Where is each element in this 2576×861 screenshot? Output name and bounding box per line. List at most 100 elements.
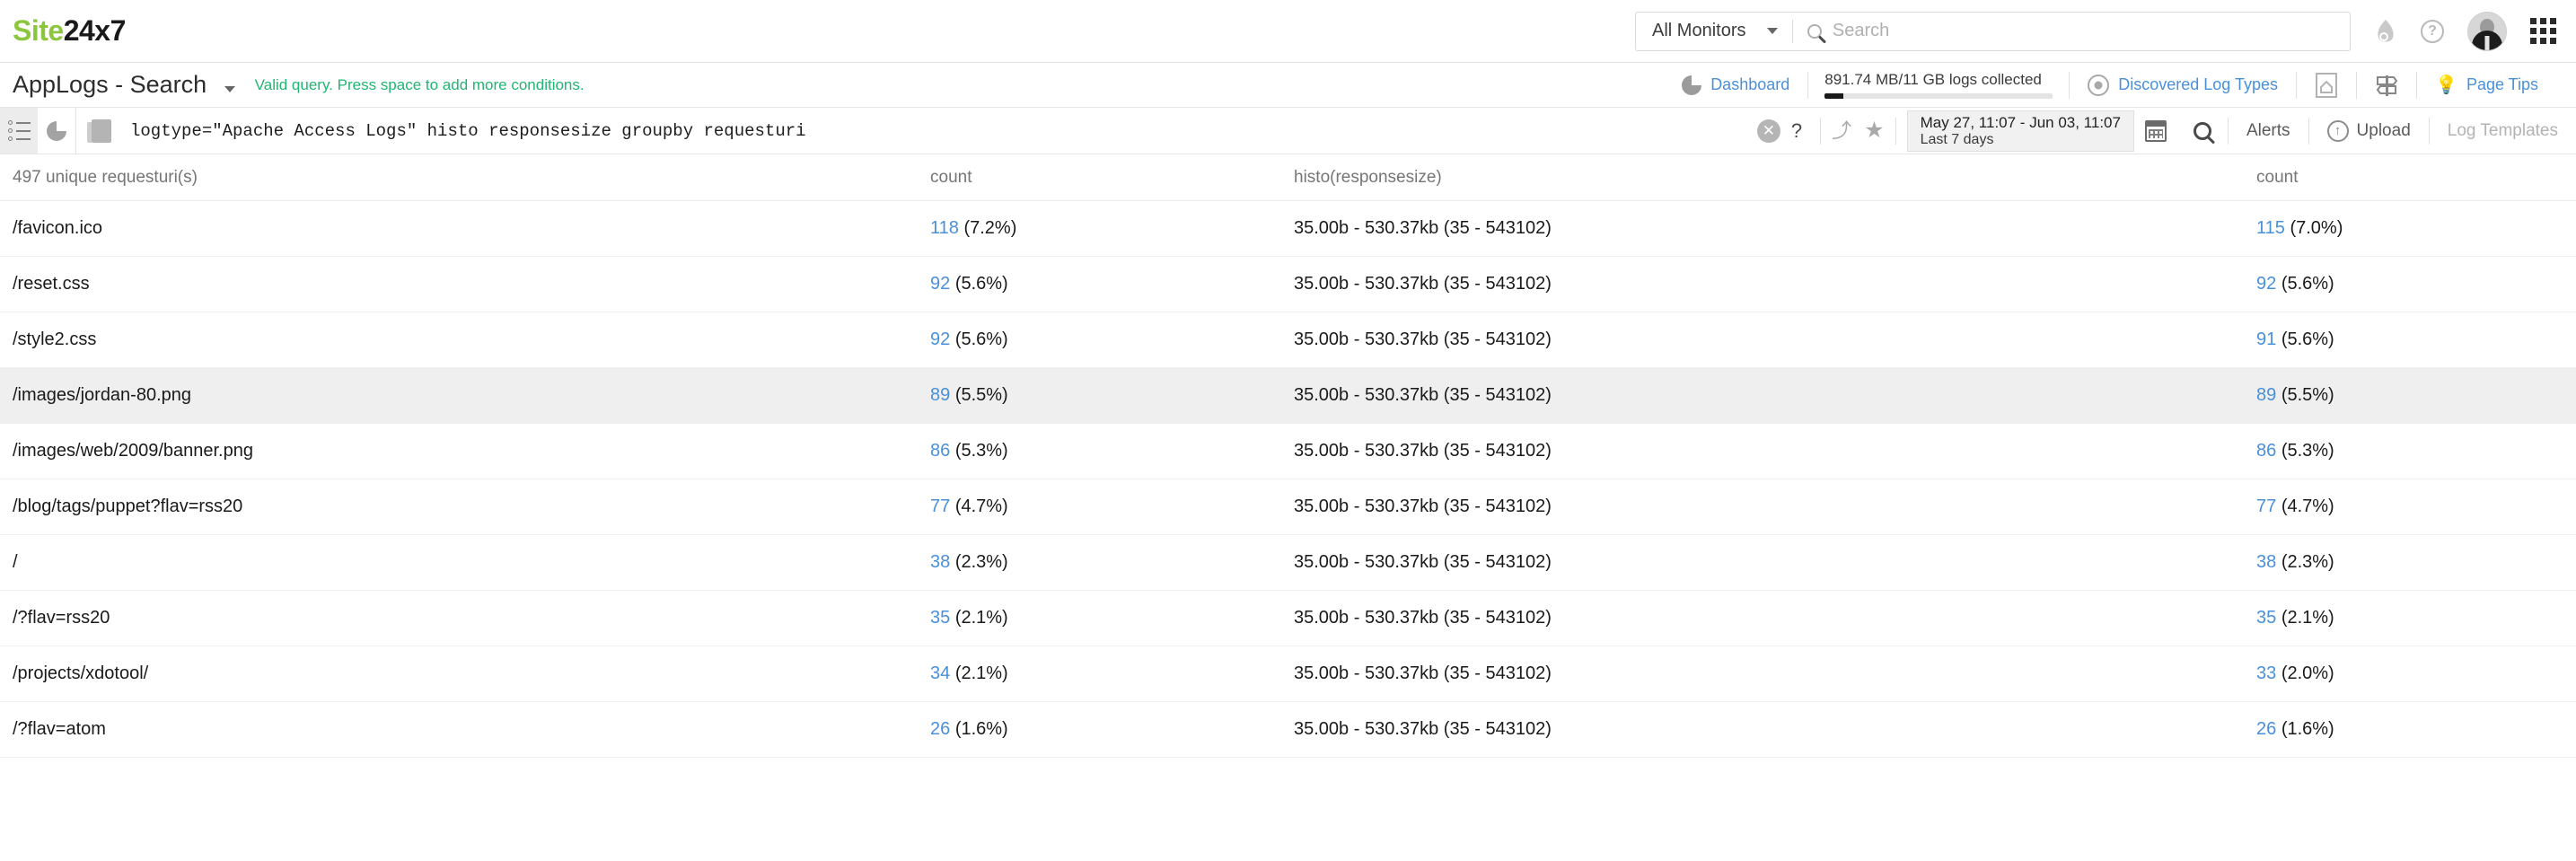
count2-link[interactable]: 35 [2256,608,2276,628]
signpost-button[interactable] [2357,72,2416,99]
count2-percent: (2.3%) [2281,552,2334,572]
chevron-down-icon[interactable] [224,86,235,92]
cell-requesturi[interactable]: /favicon.ico [13,218,930,239]
cell-requesturi[interactable]: /projects/xdotool/ [13,663,930,684]
count-percent: (5.3%) [955,441,1008,461]
logs-collected-meter: 891.74 MB/11 GB logs collected [1808,71,2069,99]
cell-count2: 115 (7.0%) [2256,218,2553,239]
count-link[interactable]: 35 [930,608,950,628]
run-search-button[interactable] [2177,122,2228,140]
table-row[interactable]: /?flav=rss2035 (2.1%)35.00b - 530.37kb (… [0,591,2576,646]
cell-count2: 77 (4.7%) [2256,496,2553,517]
cell-count: 26 (1.6%) [930,719,1294,740]
page-title-text: AppLogs - Search [13,71,207,98]
cell-histo: 35.00b - 530.37kb (35 - 543102) [1294,496,2256,517]
page-header: AppLogs - Search Valid query. Press spac… [0,63,2576,108]
monitor-filter-label: All Monitors [1652,21,1745,41]
count-link[interactable]: 34 [930,663,950,683]
cell-requesturi[interactable]: /reset.css [13,274,930,294]
upload-button[interactable]: Upload [2309,120,2429,142]
chevron-down-icon [1767,28,1778,34]
cell-count: 35 (2.1%) [930,608,1294,628]
column-header-histo: histo(responsesize) [1294,168,2256,188]
count2-percent: (2.1%) [2281,608,2334,628]
count2-link[interactable]: 115 [2256,218,2285,238]
table-row[interactable]: /?flav=atom26 (1.6%)35.00b - 530.37kb (3… [0,702,2576,758]
cell-requesturi[interactable]: /images/web/2009/banner.png [13,441,930,461]
page-tips-label: Page Tips [2466,75,2538,94]
table-row[interactable]: /images/web/2009/banner.png86 (5.3%)35.0… [0,424,2576,479]
date-range-picker[interactable]: May 27, 11:07 - Jun 03, 11:07 Last 7 day… [1907,110,2134,152]
date-range-value: May 27, 11:07 - Jun 03, 11:07 [1921,114,2121,132]
cell-count2: 91 (5.6%) [2256,329,2553,350]
global-search-field[interactable] [1793,13,2350,50]
count-link[interactable]: 86 [930,441,950,461]
saved-searches-button[interactable] [76,108,127,154]
alerts-button[interactable]: Alerts [2229,121,2308,141]
log-templates-button[interactable]: Log Templates [2430,121,2576,141]
favorite-star-icon[interactable]: ★ [1864,119,1884,142]
list-view-button[interactable] [0,108,38,154]
discovered-log-types-button[interactable]: Discovered Log Types [2070,75,2296,96]
count2-link[interactable]: 92 [2256,274,2276,294]
count-link[interactable]: 89 [930,385,950,405]
page-tips-button[interactable]: 💡 Page Tips [2417,75,2556,94]
count2-link[interactable]: 77 [2256,496,2276,516]
count-link[interactable]: 118 [930,218,959,238]
count2-link[interactable]: 33 [2256,663,2276,683]
table-row[interactable]: /reset.css92 (5.6%)35.00b - 530.37kb (35… [0,257,2576,312]
share-icon[interactable]: ⤴ [1832,121,1851,141]
count-link[interactable]: 38 [930,552,950,572]
cell-count2: 38 (2.3%) [2256,552,2553,573]
chart-view-button[interactable] [38,108,75,154]
table-row[interactable]: /images/jordan-80.png89 (5.5%)35.00b - 5… [0,368,2576,424]
count-percent: (2.3%) [955,552,1008,572]
dashboard-button[interactable]: Dashboard [1664,75,1807,95]
calendar-icon[interactable] [2145,120,2167,142]
page-header-actions: Dashboard 891.74 MB/11 GB logs collected… [1664,71,2556,99]
progress-fill [1824,93,1842,99]
table-row[interactable]: /blog/tags/puppet?flav=rss20 77 (4.7%)35.… [0,479,2576,535]
cell-requesturi[interactable]: /style2.css [13,329,930,350]
count2-link[interactable]: 86 [2256,441,2276,461]
table-row[interactable]: /38 (2.3%)35.00b - 530.37kb (35 - 543102… [0,535,2576,591]
list-view-icon [8,120,31,141]
count-link[interactable]: 92 [930,274,950,294]
site24x7-logo[interactable]: Site24x7 [13,14,126,48]
apps-grid-icon[interactable] [2530,18,2556,44]
count-percent: (5.5%) [955,385,1008,405]
count2-link[interactable]: 89 [2256,385,2276,405]
table-row[interactable]: /projects/xdotool/34 (2.1%)35.00b - 530.… [0,646,2576,702]
count2-percent: (1.6%) [2281,719,2334,739]
avatar[interactable] [2467,12,2507,51]
cell-requesturi[interactable]: /images/jordan-80.png [13,385,930,406]
eye-icon [2088,75,2109,96]
cell-requesturi[interactable]: /blog/tags/puppet?flav=rss20 [13,496,930,517]
global-search-bar: All Monitors [1635,12,2351,51]
clear-query-icon[interactable]: ✕ [1757,119,1780,143]
query-help-icon[interactable]: ? [1791,119,1802,143]
cell-requesturi[interactable]: /?flav=rss20 [13,608,930,628]
home-button[interactable] [2297,72,2356,99]
cell-histo: 35.00b - 530.37kb (35 - 543102) [1294,608,2256,628]
search-input[interactable] [1833,21,2335,41]
page-title: AppLogs - Search [13,71,235,99]
table-row[interactable]: /favicon.ico118 (7.2%)35.00b - 530.37kb … [0,201,2576,257]
pie-chart-icon [1682,75,1701,95]
cell-requesturi[interactable]: / [13,552,930,573]
table-row[interactable]: /style2.css92 (5.6%)35.00b - 530.37kb (3… [0,312,2576,368]
count-link[interactable]: 26 [930,719,950,739]
cell-histo: 35.00b - 530.37kb (35 - 543102) [1294,385,2256,406]
monitor-filter-dropdown[interactable]: All Monitors [1636,13,1792,50]
cell-requesturi[interactable]: /?flav=atom [13,719,930,740]
help-icon[interactable]: ? [2421,20,2444,43]
count2-link[interactable]: 91 [2256,329,2276,349]
count2-link[interactable]: 38 [2256,552,2276,572]
cell-count: 118 (7.2%) [930,218,1294,239]
count2-link[interactable]: 26 [2256,719,2276,739]
notification-icon[interactable] [2374,18,2397,45]
cell-histo: 35.00b - 530.37kb (35 - 543102) [1294,719,2256,740]
query-input[interactable]: logtype="Apache Access Logs" histo respo… [127,108,1757,154]
count-link[interactable]: 92 [930,329,950,349]
count-link[interactable]: 77 [930,496,950,516]
